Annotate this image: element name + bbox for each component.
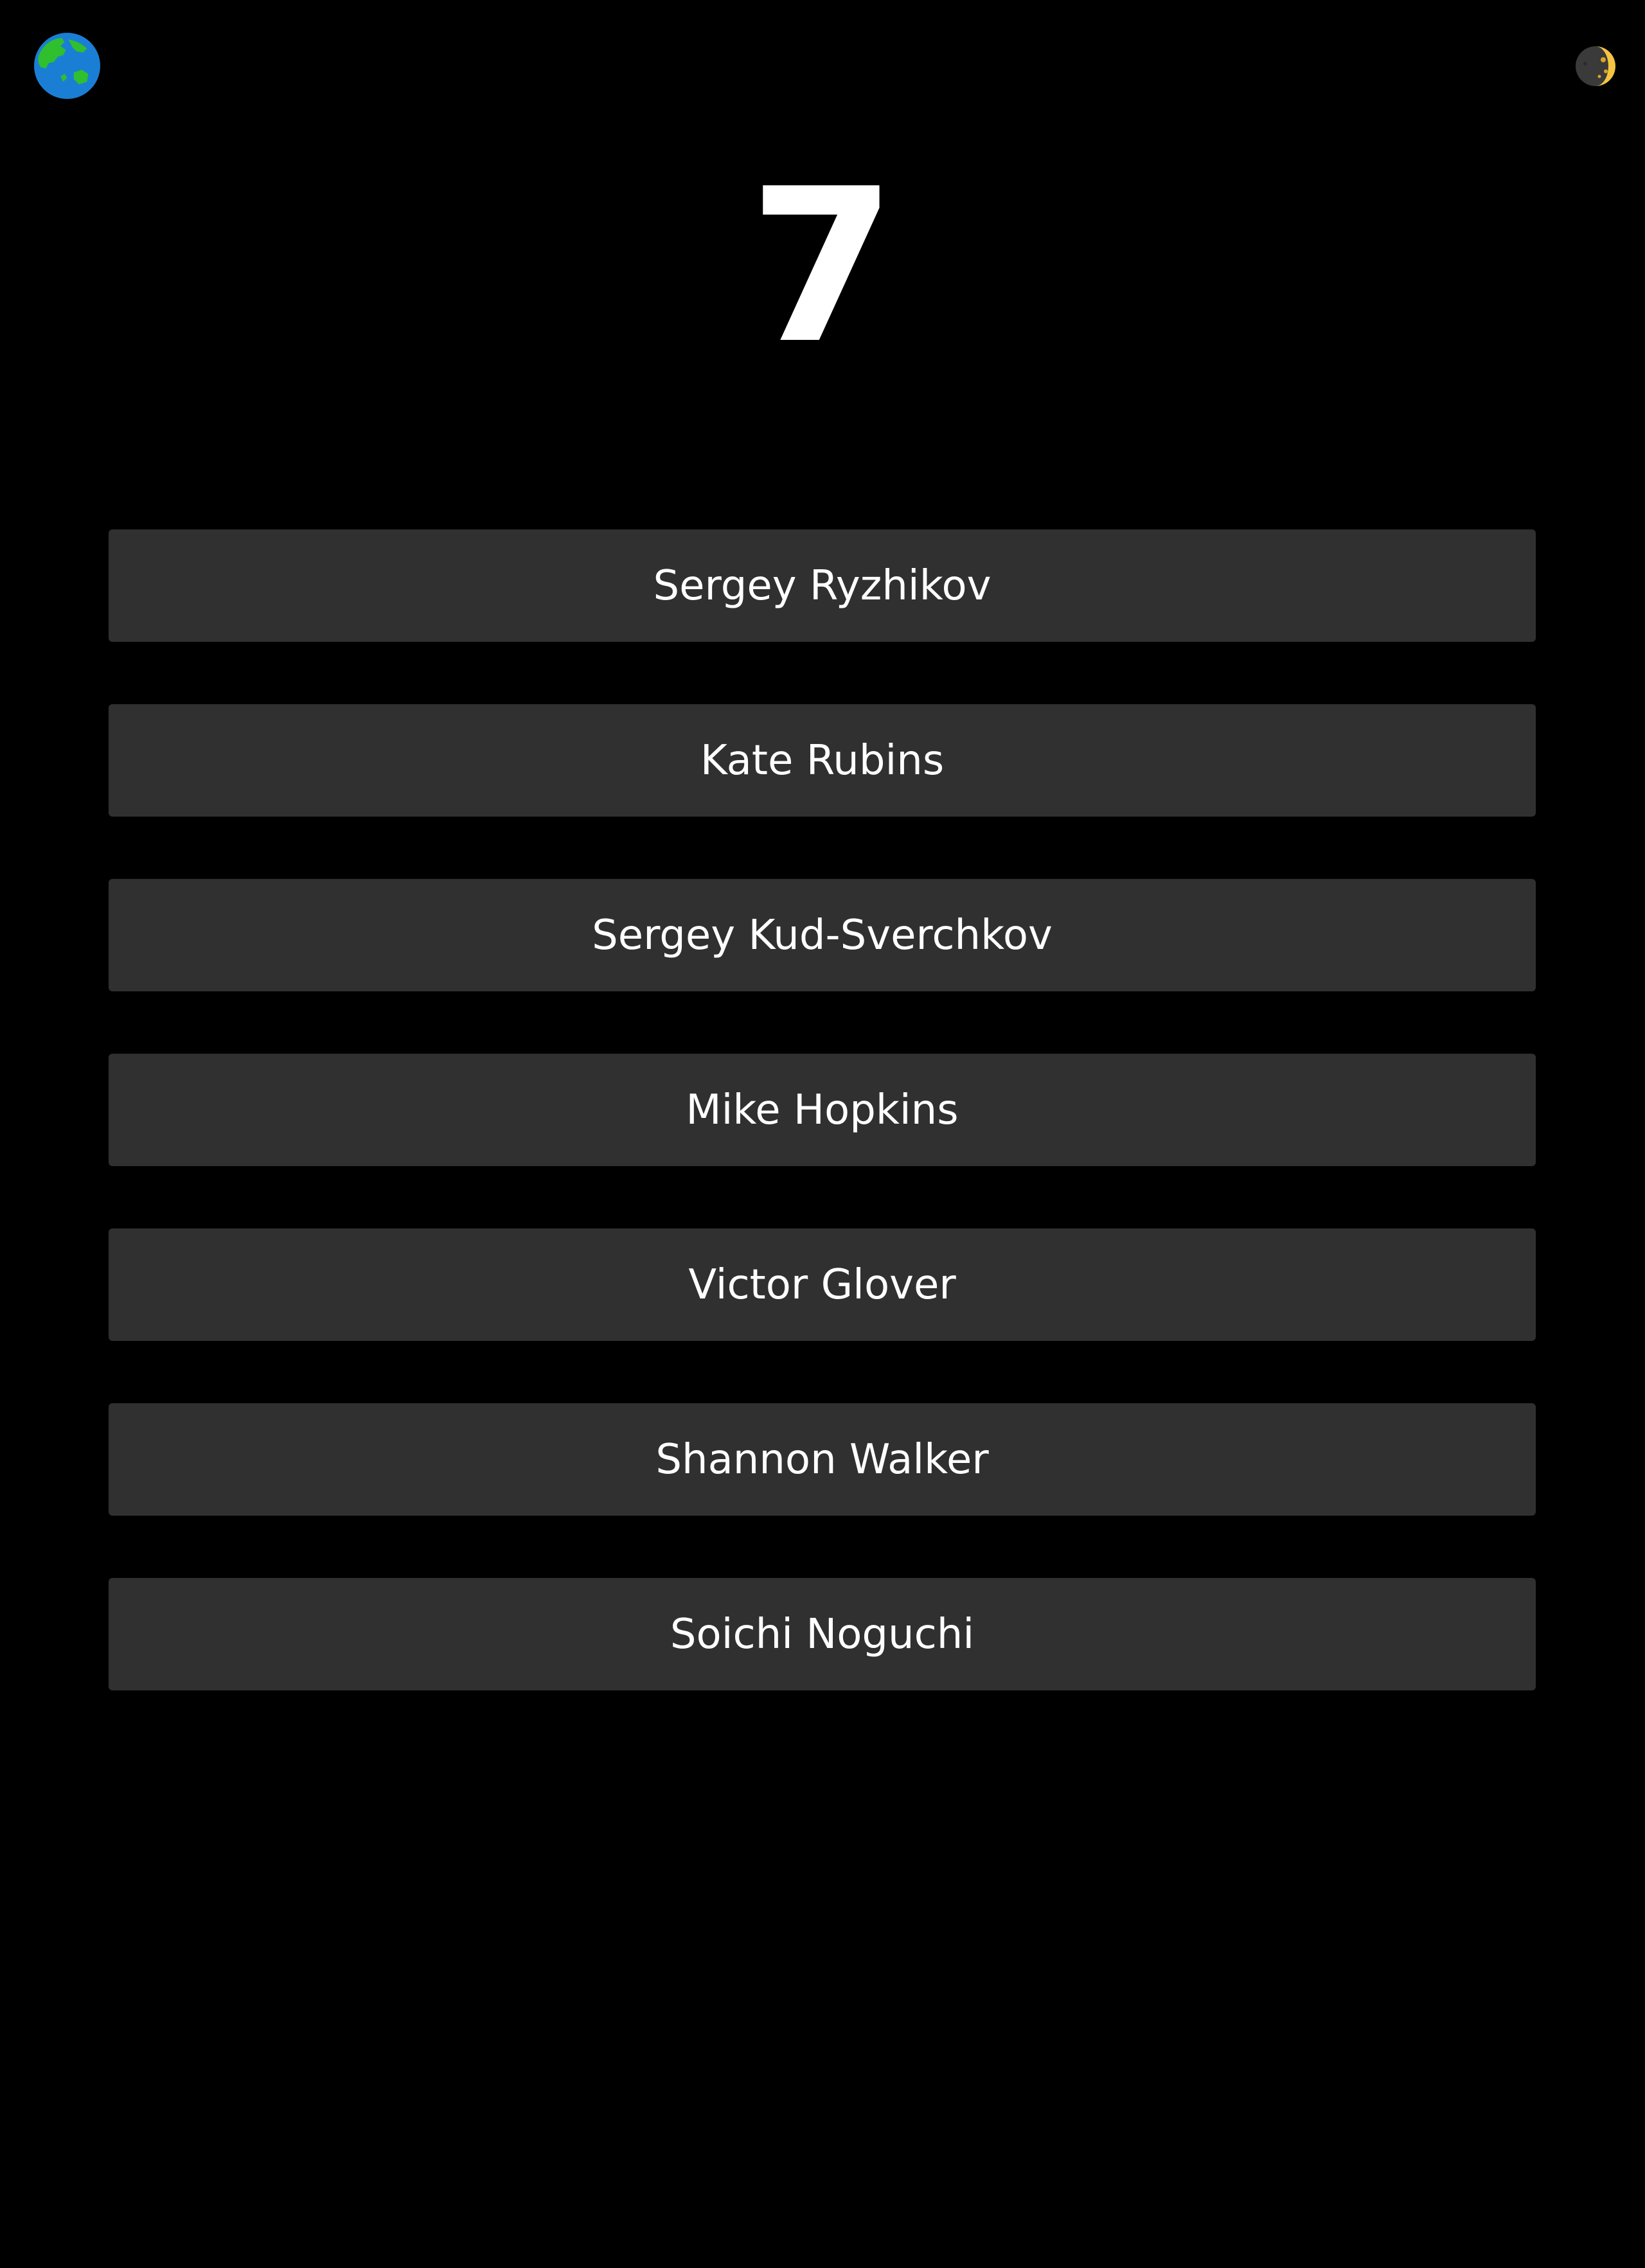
crew-count: 7: [749, 143, 896, 390]
crew-member-button[interactable]: Victor Glover: [109, 1228, 1536, 1341]
crew-member-button[interactable]: Soichi Noguchi: [109, 1578, 1536, 1690]
crew-member-button[interactable]: Sergey Ryzhikov: [109, 529, 1536, 642]
crew-member-name: Mike Hopkins: [686, 1086, 959, 1134]
crew-member-name: Soichi Noguchi: [670, 1610, 975, 1658]
crew-member-button[interactable]: Sergey Kud-Sverchkov: [109, 879, 1536, 991]
crew-member-button[interactable]: Mike Hopkins: [109, 1054, 1536, 1166]
globe-icon[interactable]: [34, 33, 100, 99]
crew-member-name: Sergey Kud-Sverchkov: [592, 911, 1053, 959]
crew-member-name: Kate Rubins: [700, 736, 945, 784]
crew-member-button[interactable]: Kate Rubins: [109, 704, 1536, 817]
crew-member-name: Victor Glover: [688, 1261, 956, 1309]
crew-member-button[interactable]: Shannon Walker: [109, 1403, 1536, 1516]
crew-member-name: Sergey Ryzhikov: [653, 562, 991, 610]
crew-member-name: Shannon Walker: [655, 1435, 989, 1484]
crew-list: Sergey Ryzhikov Kate Rubins Sergey Kud-S…: [109, 529, 1536, 1753]
moon-icon[interactable]: [1575, 46, 1616, 87]
